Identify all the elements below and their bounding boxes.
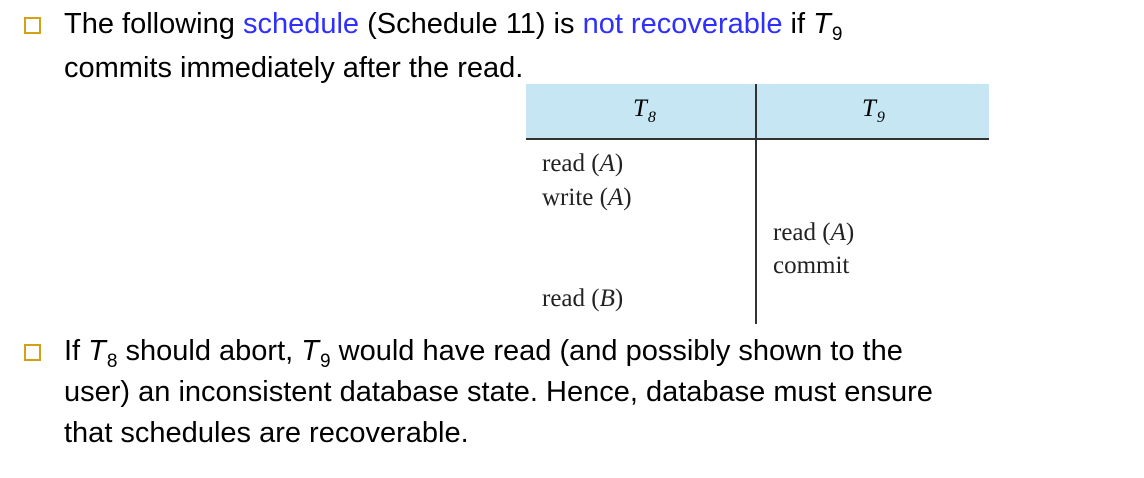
- text-segment: If: [64, 335, 89, 367]
- bullet-1-line-2: commits immediately after the read.: [64, 52, 524, 84]
- operation-t8-read-b: read (B): [542, 285, 624, 312]
- checkbox-bullet-icon: [24, 17, 41, 34]
- text-segment: (Schedule 11) is: [359, 8, 583, 40]
- header-variable: T: [633, 95, 647, 122]
- table-header-row: [526, 84, 989, 140]
- bullet-2-line-1: If T8 should abort, T9 would have read (…: [64, 331, 903, 375]
- bullet-1-line-1: The following schedule (Schedule 11) is …: [64, 4, 842, 48]
- schedule-11-table: T8 T9 read (A) write (A) read (A) commit…: [526, 84, 989, 324]
- column-header-t9: T9: [862, 93, 885, 128]
- checkbox-bullet-icon: [24, 344, 41, 361]
- transaction-variable: T: [301, 335, 319, 367]
- bullet-2-line-2: user) an inconsistent database state. He…: [64, 376, 933, 408]
- transaction-subscript: 8: [106, 351, 118, 372]
- operation-t8-write-a: write (A): [542, 184, 632, 211]
- bullet-point-1: The following schedule (Schedule 11) is …: [24, 4, 842, 88]
- header-subscript: 9: [876, 109, 885, 126]
- operation-t8-read-a: read (A): [542, 150, 624, 177]
- bullet-2-line-3: that schedules are recoverable.: [64, 417, 469, 449]
- header-subscript: 8: [647, 109, 656, 126]
- operation-t9-commit: commit: [773, 252, 850, 279]
- transaction-subscript: 9: [319, 351, 331, 372]
- operation-t9-read-a: read (A): [773, 219, 855, 246]
- text-segment: if: [782, 8, 814, 40]
- text-segment: should abort,: [117, 335, 302, 367]
- text-segment: would have read (and possibly shown to t…: [330, 335, 903, 367]
- transaction-subscript: 9: [831, 24, 843, 45]
- transaction-variable: T: [88, 335, 106, 367]
- column-header-t8: T8: [633, 93, 656, 128]
- transaction-variable: T: [813, 8, 831, 40]
- schedule-link[interactable]: schedule: [243, 8, 359, 40]
- text-segment: The following: [64, 8, 243, 40]
- column-divider: [755, 84, 757, 324]
- bullet-point-2: If T8 should abort, T9 would have read (…: [24, 331, 1124, 461]
- header-variable: T: [862, 95, 876, 122]
- not-recoverable-link[interactable]: not recoverable: [583, 8, 783, 40]
